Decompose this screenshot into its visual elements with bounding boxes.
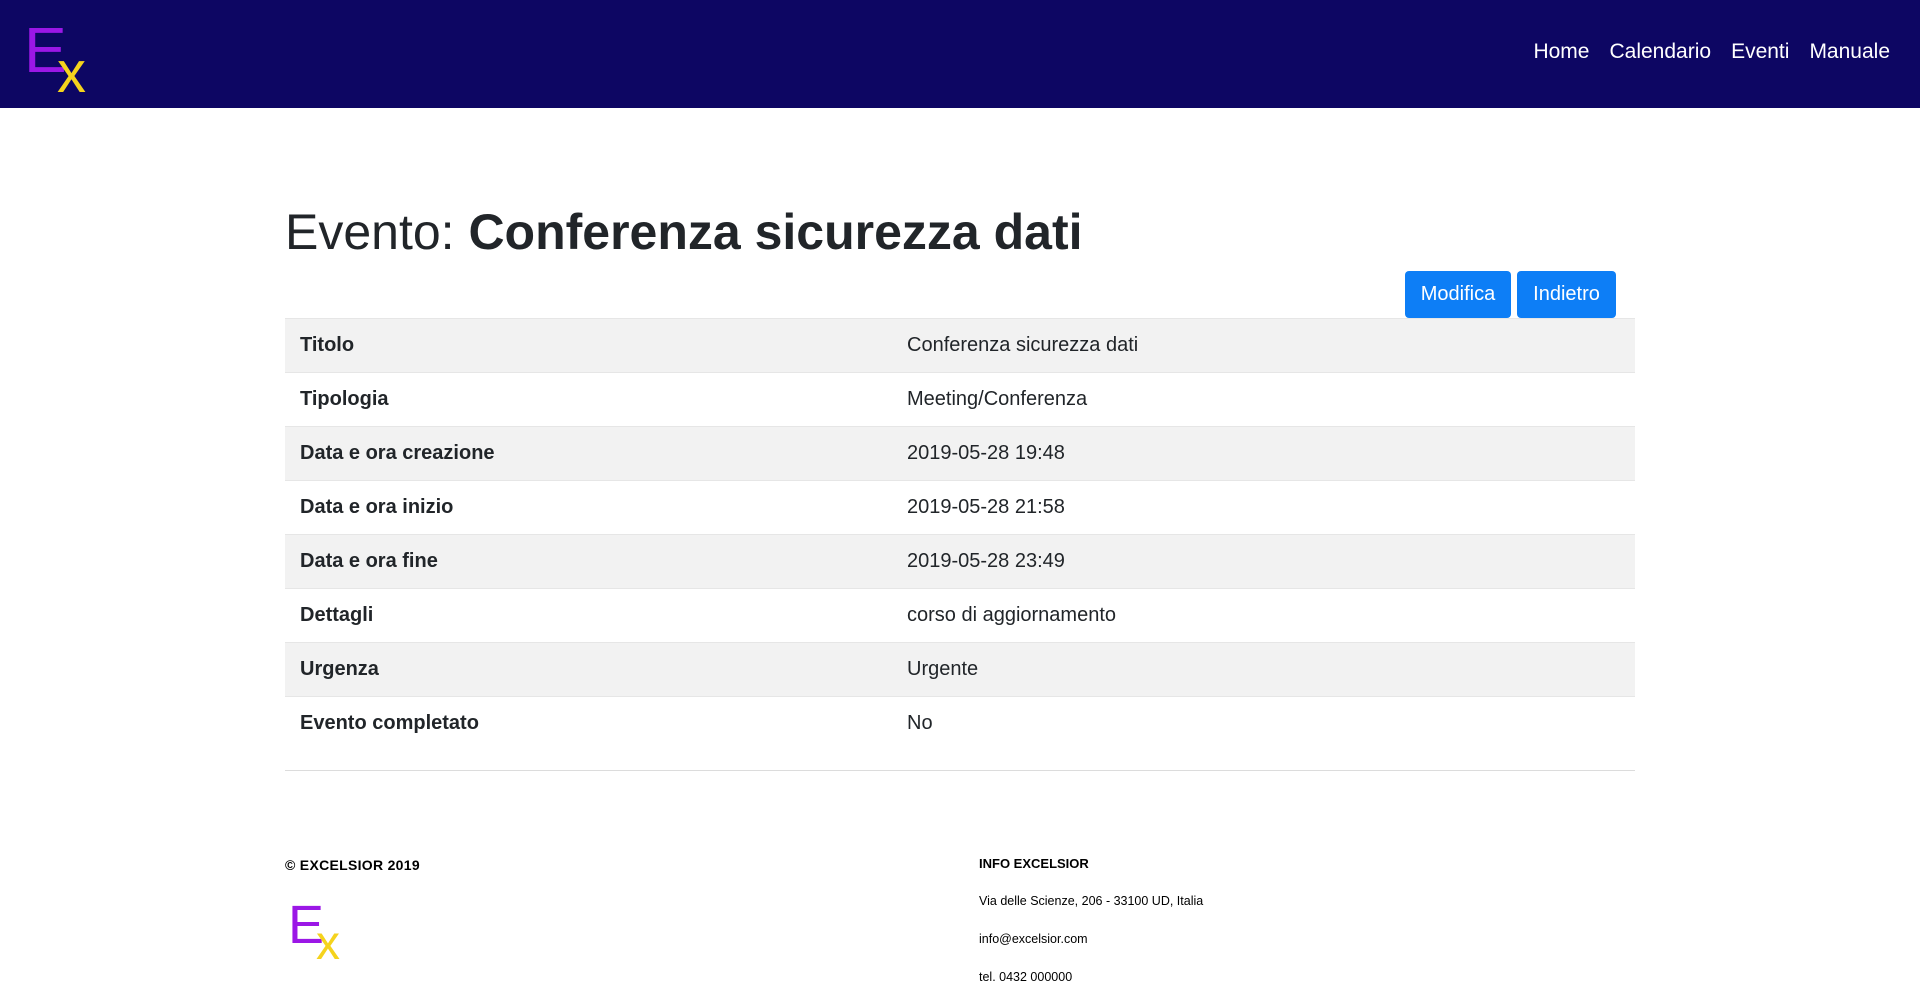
detail-key: Dettagli [285, 588, 907, 643]
table-row: Data e ora fine 2019-05-28 23:49 [285, 534, 1635, 589]
detail-value: Meeting/Conferenza [907, 372, 1635, 427]
detail-value: corso di aggiornamento [907, 588, 1635, 643]
detail-value: 2019-05-28 23:49 [907, 534, 1635, 589]
nav-home-link[interactable]: Home [1533, 40, 1589, 64]
page-title-prefix: Evento: [285, 204, 469, 260]
detail-key: Tipologia [285, 372, 907, 427]
nav-calendario-link[interactable]: Calendario [1609, 40, 1711, 64]
table-row: Tipologia Meeting/Conferenza [285, 372, 1635, 427]
page-title-event-name: Conferenza sicurezza dati [468, 204, 1083, 260]
detail-value: 2019-05-28 19:48 [907, 426, 1635, 481]
detail-key: Data e ora inizio [285, 480, 907, 535]
footer-address: Via delle Scienze, 206 - 33100 UD, Itali… [979, 894, 1204, 908]
excelsior-logo[interactable]: E x [24, 18, 104, 102]
detail-value: Conferenza sicurezza dati [907, 318, 1635, 373]
nav-manuale-link[interactable]: Manuale [1809, 40, 1890, 64]
nav-eventi-link[interactable]: Eventi [1731, 40, 1789, 64]
table-row: Evento completato No [285, 696, 1635, 751]
detail-key: Urgenza [285, 642, 907, 697]
footer-phone: tel. 0432 000000 [979, 970, 1073, 984]
page-title: Evento: Conferenza sicurezza dati [285, 203, 1083, 261]
event-actions: Modifica Indietro [1405, 271, 1616, 318]
table-row: Data e ora creazione 2019-05-28 19:48 [285, 426, 1635, 481]
detail-key: Titolo [285, 318, 907, 373]
footer-info-title: INFO EXCELSIOR [979, 856, 1089, 871]
navbar: E x Home Calendario Eventi Manuale [0, 0, 1920, 108]
event-details-table: Titolo Conferenza sicurezza dati Tipolog… [285, 318, 1635, 751]
edit-button[interactable]: Modifica [1405, 271, 1511, 318]
back-button[interactable]: Indietro [1517, 271, 1616, 318]
detail-value: 2019-05-28 21:58 [907, 480, 1635, 535]
detail-key: Data e ora fine [285, 534, 907, 589]
logo-letter-x: x [316, 917, 340, 970]
footer-logo: E x [288, 898, 352, 968]
table-row: Urgenza Urgente [285, 642, 1635, 697]
detail-value: No [907, 696, 1635, 751]
table-row: Dettagli corso di aggiornamento [285, 588, 1635, 643]
detail-key: Evento completato [285, 696, 907, 751]
detail-key: Data e ora creazione [285, 426, 907, 481]
footer-divider [285, 770, 1635, 771]
main-nav: Home Calendario Eventi Manuale [1513, 40, 1890, 64]
table-row: Titolo Conferenza sicurezza dati [285, 318, 1635, 373]
footer-email: info@excelsior.com [979, 932, 1088, 946]
footer-copyright: © EXCELSIOR 2019 [285, 857, 420, 873]
logo-letter-x: x [57, 40, 86, 105]
table-row: Data e ora inizio 2019-05-28 21:58 [285, 480, 1635, 535]
detail-value: Urgente [907, 642, 1635, 697]
